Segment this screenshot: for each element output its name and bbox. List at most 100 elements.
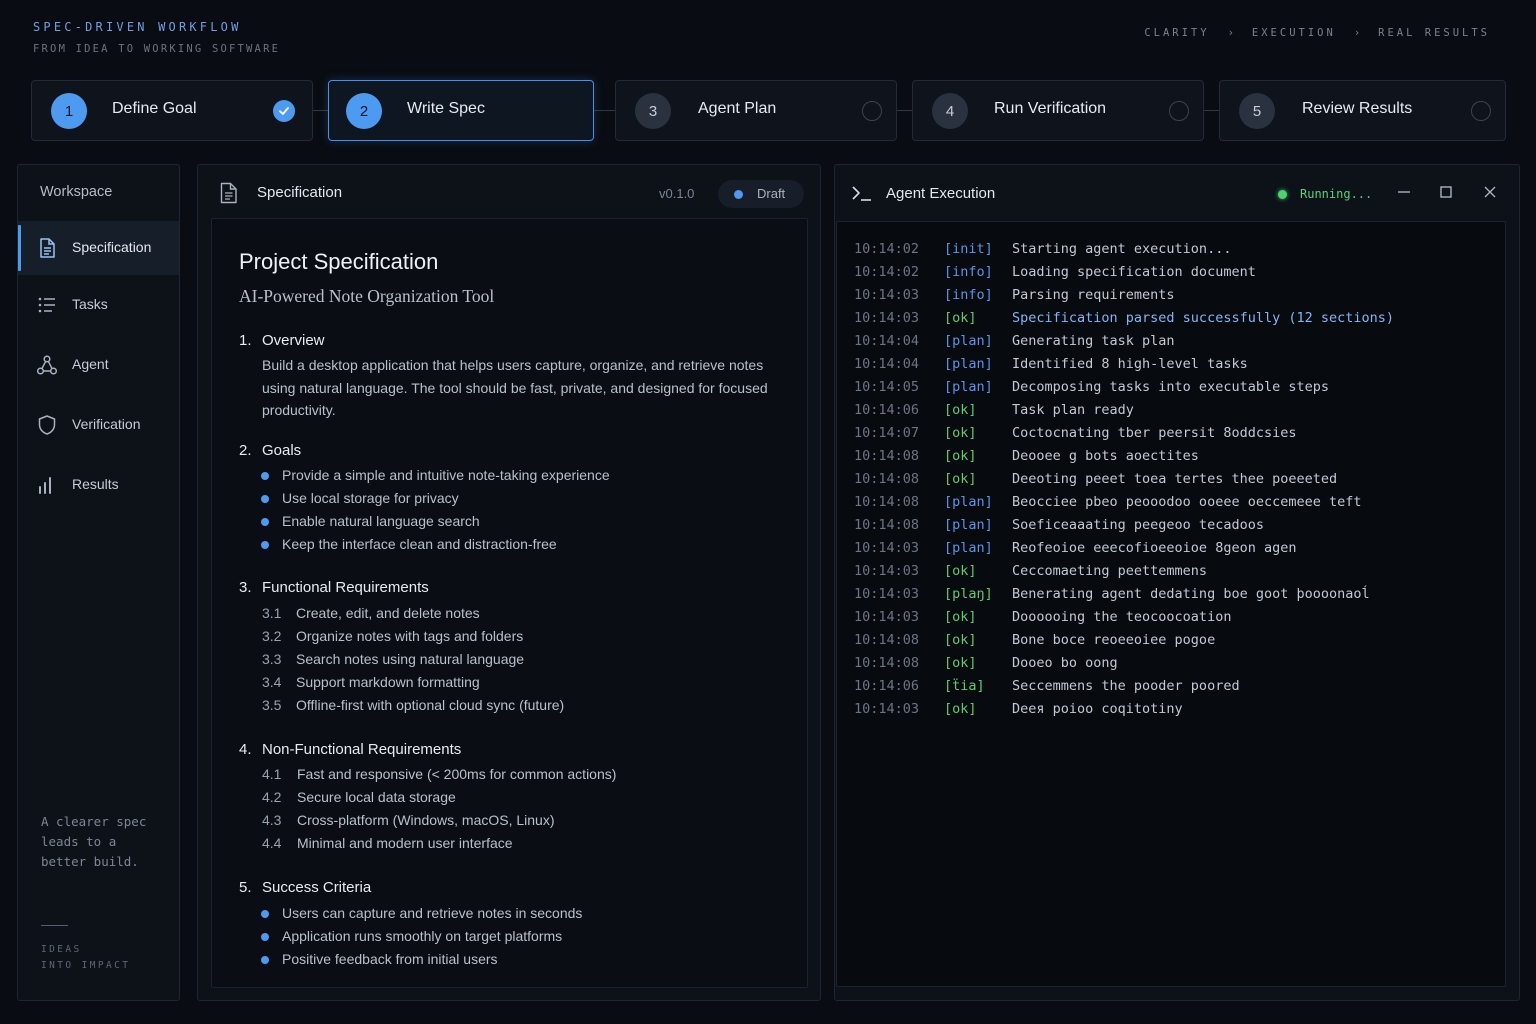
log-message: Reofeoioe eeecofioeeoioe 8geon agen [1012,540,1297,556]
log-timestamp: 10:14:03 [854,586,920,602]
step-connector [1204,110,1220,111]
log-timestamp: 10:14:05 [854,379,920,395]
list-item: 4.1 Fast and responsive (< 200ms for comm… [262,766,617,782]
minimize-icon[interactable] [1394,182,1414,202]
log-message: Decomposing tasks into executable steps [1012,379,1329,395]
section-title: Functional Requirements [262,579,429,596]
sidebar-item-label: Results [72,476,119,492]
log-timestamp: 10:14:07 [854,425,920,441]
section-title: Overview [262,332,325,349]
list-item: 4.2 Secure local data storage [262,789,456,805]
log-message: Deeoting peeet toea tertes thee poeeeted [1012,471,1338,487]
close-icon[interactable] [1480,182,1500,202]
section-number: 4. [239,741,252,758]
log-message: Loading specification document [1012,264,1256,280]
overview-paragraph: Build a desktop application that helps u… [262,357,768,419]
log-tag: [plan] [944,517,993,533]
list-item: Provide a simple and intuitive note-taki… [261,467,610,483]
log-timestamp: 10:14:08 [854,494,920,510]
list-item: 3.1 Create, edit, and delete notes [262,605,480,621]
sidebar-item-results[interactable]: Results [18,458,179,512]
breadcrumb-item-real-results: REAL RESULTS [1378,27,1490,39]
step-review-results[interactable]: 5 Review Results [1219,80,1506,141]
section-heading-success: 5. Success Criteria [239,879,371,896]
step-run-verification[interactable]: 4 Run Verification [912,80,1204,141]
section-number: 5. [239,879,252,896]
document-icon [220,182,237,204]
workspace-sidebar: Workspace Specification Tasks Agent Veri… [17,164,180,1001]
step-label: Define Goal [112,100,197,117]
pending-circle-icon [1471,101,1491,121]
log-tag: [init] [944,241,993,257]
maximize-icon[interactable] [1436,182,1456,202]
agent-execution-panel: Agent Execution Running... 10:14:02 [init… [834,164,1520,1001]
section-number: 3. [239,579,252,596]
sidebar-footer-line: IDEAS [41,944,82,955]
log-tag: [ok] [944,310,977,326]
list-item: 4.4 Minimal and modern user interface [262,835,513,851]
breadcrumb-item-execution: EXECUTION [1251,27,1336,39]
sidebar-item-agent[interactable]: Agent [18,338,179,392]
log-tag: [plan] [944,540,993,556]
check-icon [273,100,295,122]
log-timestamp: 10:14:03 [854,609,920,625]
step-write-spec[interactable]: 2 Write Spec [328,80,594,141]
step-agent-plan[interactable]: 3 Agent Plan [615,80,897,141]
log-tag: [plan] [944,356,993,372]
sidebar-note: A clearer spec leads to a better build. [41,814,147,869]
list-item: Users can capture and retrieve notes in … [260,905,582,921]
log-message: Identified 8 high-level tasks [1012,356,1248,372]
section-heading-functional: 3. Functional Requirements [239,579,429,596]
list-item: Positive feedback from initial users [261,951,498,967]
terminal-prompt-icon [852,186,871,201]
sidebar-item-specification[interactable]: Specification [18,221,179,275]
divider [41,925,68,926]
step-number: 4 [932,93,968,129]
sidebar-item-tasks[interactable]: Tasks [18,278,179,332]
log-tag: [ok] [944,701,977,717]
step-define-goal[interactable]: 1 Define Goal [31,80,313,141]
step-number: 3 [635,93,671,129]
section-title: Non-Functional Requirements [262,741,462,758]
terminal-output[interactable]: 10:14:02 [init] Starting agent execution..… [836,221,1506,987]
version-label: v0.1.0 [659,186,695,201]
list-item: 4.3 Cross-platform (Windows, macOS, Linux… [262,812,555,828]
log-tag: [ok] [944,609,977,625]
section-number: 1. [239,332,252,349]
document-subtitle: AI-Powered Note Organization Tool [239,286,495,306]
sidebar-item-label: Verification [72,416,141,432]
breadcrumb-separator: › [1227,27,1234,39]
list-item: Application runs smoothly on target plat… [260,928,562,944]
document-icon [40,238,55,258]
log-message: Deooee g bots aoectites [1012,448,1199,464]
shield-icon [38,415,56,435]
log-timestamp: 10:14:08 [854,655,920,671]
log-message: Doooooing the teocoocoation [1012,609,1232,625]
log-tag: [ẗia] [944,678,985,694]
log-timestamp: 10:14:02 [854,241,920,257]
log-timestamp: 10:14:08 [854,517,920,533]
log-tag: [info] [944,264,993,280]
log-message: Benerating agent dedating boe goot þoooo… [1012,586,1370,602]
list-item: 3.3 Search notes using natural language [262,651,525,667]
step-label: Review Results [1302,100,1413,117]
list-item: Enable natural language search [261,513,480,529]
sidebar-item-verification[interactable]: Verification [18,398,179,452]
brand-subtitle: FROM IDEA TO WORKING SOFTWARE [33,43,281,55]
log-tag: [plaŋ] [944,586,993,602]
list-icon [38,297,55,313]
pending-circle-icon [1169,101,1189,121]
step-label: Write Spec [407,100,485,117]
specification-panel: Specification v0.1.0 Draft Project Speci… [197,164,821,1001]
log-timestamp: 10:14:03 [854,563,920,579]
sidebar-item-label: Tasks [72,296,108,312]
log-tag: [plan] [944,379,993,395]
log-message: Starting agent execution... [1012,241,1232,257]
step-connector [896,110,912,111]
agent-nodes-icon [36,355,58,375]
log-tag: [ok] [944,563,977,579]
log-message: Parsing requirements [1012,287,1175,303]
breadcrumb-item-clarity: CLARITY [1144,27,1210,39]
log-tag: [plan] [944,494,993,510]
pending-circle-icon [862,101,882,121]
